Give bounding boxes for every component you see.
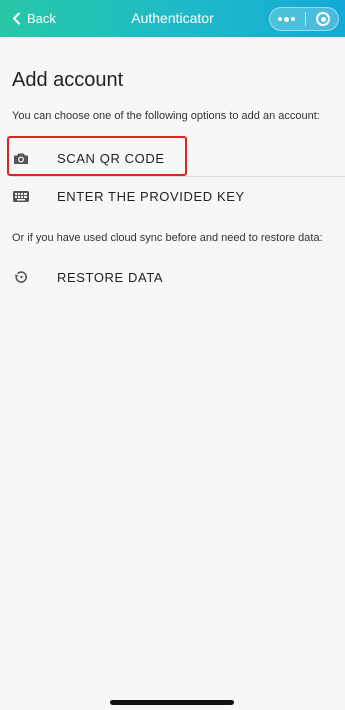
page-title: Add account bbox=[12, 69, 124, 91]
capsule-divider bbox=[305, 12, 306, 26]
restore-data-option[interactable]: RESTORE DATA bbox=[0, 257, 345, 297]
restore-note: Or if you have used cloud sync before an… bbox=[12, 232, 323, 244]
enter-provided-key-option[interactable]: ENTER THE PROVIDED KEY bbox=[0, 176, 345, 216]
enter-provided-key-label: ENTER THE PROVIDED KEY bbox=[57, 188, 245, 204]
keyboard-icon bbox=[12, 187, 30, 205]
mini-program-capsule bbox=[269, 7, 339, 31]
home-indicator bbox=[110, 700, 234, 705]
nav-bar: Back Authenticator bbox=[0, 0, 345, 37]
intro-text: You can choose one of the following opti… bbox=[12, 110, 320, 122]
more-dots-icon[interactable] bbox=[278, 16, 295, 22]
scan-qr-code-option[interactable]: SCAN QR CODE bbox=[0, 138, 345, 178]
restore-data-label: RESTORE DATA bbox=[57, 269, 164, 285]
restore-icon bbox=[12, 268, 30, 286]
record-circle-icon[interactable] bbox=[316, 12, 330, 26]
scan-qr-code-label: SCAN QR CODE bbox=[57, 150, 165, 166]
camera-icon bbox=[12, 149, 30, 167]
